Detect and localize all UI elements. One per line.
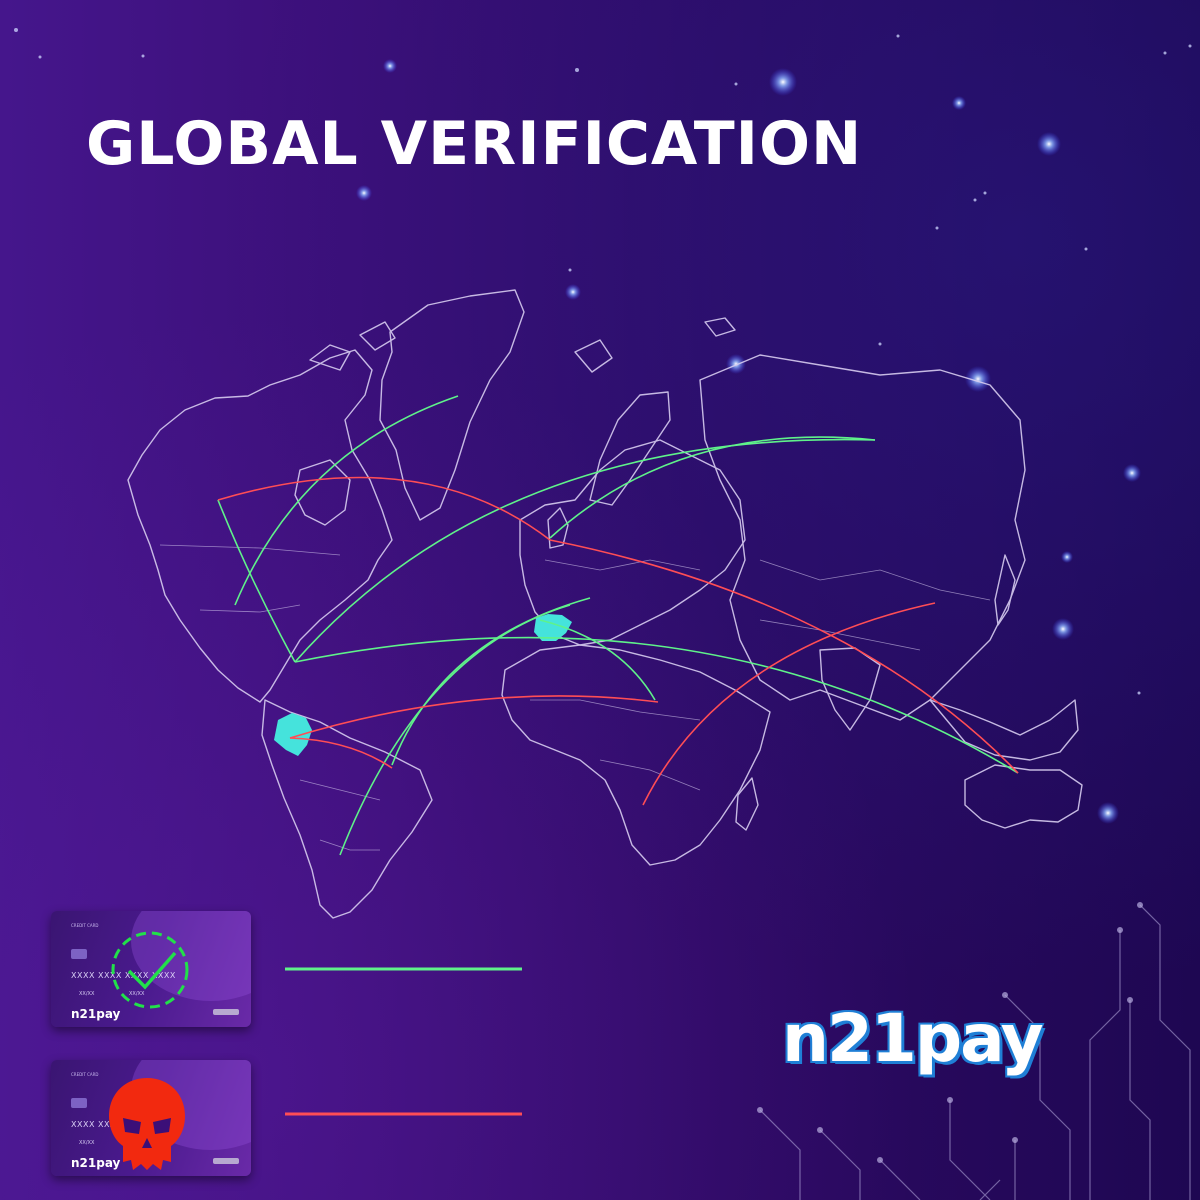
brand-logo: n21pay	[782, 1000, 1044, 1077]
infographic: GLOBAL VERIFICATION CREDIT CARD XXXX XXX…	[0, 0, 1200, 1200]
